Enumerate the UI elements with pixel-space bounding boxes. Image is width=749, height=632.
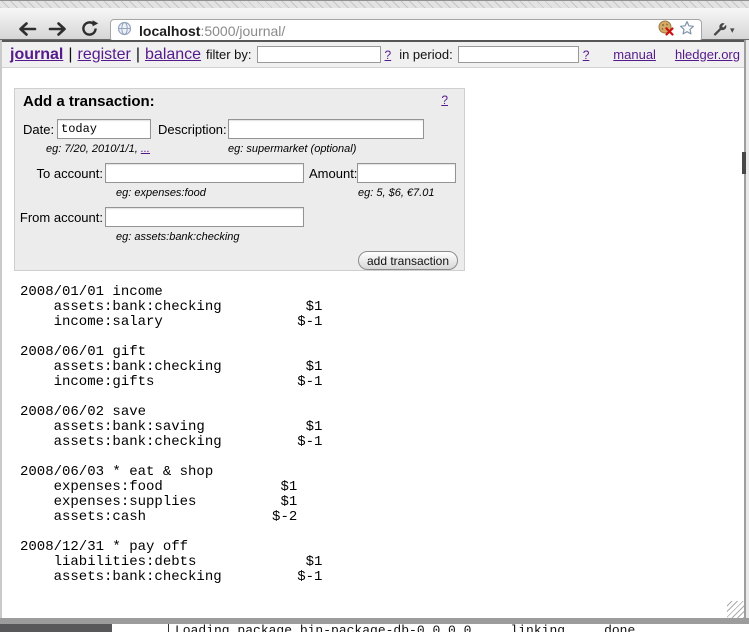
back-button[interactable] — [14, 20, 40, 40]
to-account-label: To account: — [15, 166, 103, 181]
link-separator: | — [131, 46, 145, 63]
date-hint-text: eg: 7/20, 2010/1/1, — [46, 143, 141, 155]
forward-arrow-icon — [47, 20, 69, 41]
back-arrow-icon — [16, 20, 38, 41]
browser-toolbar: localhost:5000/journal/ ▾ — [0, 8, 749, 40]
bookmark-star-icon[interactable] — [679, 20, 695, 41]
terminal-output: Loading package bin-package-db-0.0.0.0 .… — [175, 623, 643, 632]
url-path: :5000/journal/ — [200, 23, 285, 39]
browser-chrome: localhost:5000/journal/ ▾ — [0, 0, 749, 40]
description-input[interactable] — [228, 119, 424, 139]
url-text: localhost:5000/journal/ — [139, 23, 285, 39]
add-transaction-panel: Add a transaction: ? Date: Description: … — [14, 88, 465, 271]
amount-input[interactable] — [357, 163, 456, 183]
resize-grip[interactable] — [727, 601, 744, 618]
tab-journal[interactable]: journal — [10, 46, 63, 63]
forward-button[interactable] — [45, 20, 71, 40]
from-account-label: From account: — [15, 210, 103, 225]
window-titlebar — [0, 0, 749, 8]
chevron-down-icon: ▾ — [730, 26, 735, 36]
scrollbar-thumb — [742, 152, 746, 174]
filter-controls: filter by: ? in period: ? — [206, 46, 595, 63]
window-left-border — [0, 40, 2, 618]
address-bar[interactable]: localhost:5000/journal/ — [110, 19, 702, 42]
background-window — [0, 624, 112, 632]
description-hint: eg: supermarket (optional) — [228, 143, 356, 155]
panel-help-link[interactable]: ? — [441, 93, 448, 107]
amount-hint: eg: 5, $6, €7.01 — [358, 187, 434, 199]
wrench-menu-button[interactable]: ▾ — [711, 21, 745, 41]
terminal-border — [168, 624, 169, 632]
to-account-hint: eg: expenses:food — [116, 187, 206, 199]
date-hint: eg: 7/20, 2010/1/1, ... — [46, 143, 150, 155]
in-period-label: in period: — [399, 47, 452, 62]
wrench-icon — [711, 21, 728, 41]
terminal-window: Loading package bin-package-db-0.0.0.0 .… — [112, 624, 749, 632]
description-label: Description: — [158, 122, 227, 137]
reload-button[interactable] — [76, 20, 102, 40]
period-input[interactable] — [458, 46, 579, 63]
reload-icon — [80, 19, 99, 41]
manual-link[interactable]: manual — [613, 47, 656, 62]
hledger-org-link[interactable]: hledger.org — [675, 47, 740, 62]
view-links: journal|register|balance — [10, 46, 201, 64]
from-account-input[interactable] — [105, 207, 304, 227]
date-label: Date: — [23, 122, 54, 137]
hledger-navbar: journal|register|balance filter by: ? in… — [2, 40, 744, 68]
add-transaction-button[interactable]: add transaction — [358, 251, 458, 270]
tab-balance[interactable]: balance — [145, 46, 201, 63]
cookie-blocked-icon[interactable] — [658, 20, 674, 41]
tab-register[interactable]: register — [78, 46, 131, 63]
filter-by-label: filter by: — [206, 47, 252, 62]
link-separator: | — [63, 46, 77, 63]
url-host: localhost — [139, 23, 200, 39]
external-links: manual hledger.org — [613, 47, 740, 62]
date-input[interactable] — [57, 119, 151, 139]
amount-label: Amount: — [309, 166, 357, 181]
to-account-input[interactable] — [105, 163, 304, 183]
from-account-hint: eg: assets:bank:checking — [116, 231, 240, 243]
panel-title: Add a transaction: — [23, 93, 155, 110]
filter-input[interactable] — [257, 46, 381, 63]
period-help-link[interactable]: ? — [583, 48, 590, 62]
date-hint-more-link[interactable]: ... — [141, 143, 150, 155]
journal-text: 2008/01/01 income assets:bank:checking $… — [20, 285, 322, 585]
filter-help-link[interactable]: ? — [385, 48, 392, 62]
page-globe-icon — [117, 21, 132, 41]
